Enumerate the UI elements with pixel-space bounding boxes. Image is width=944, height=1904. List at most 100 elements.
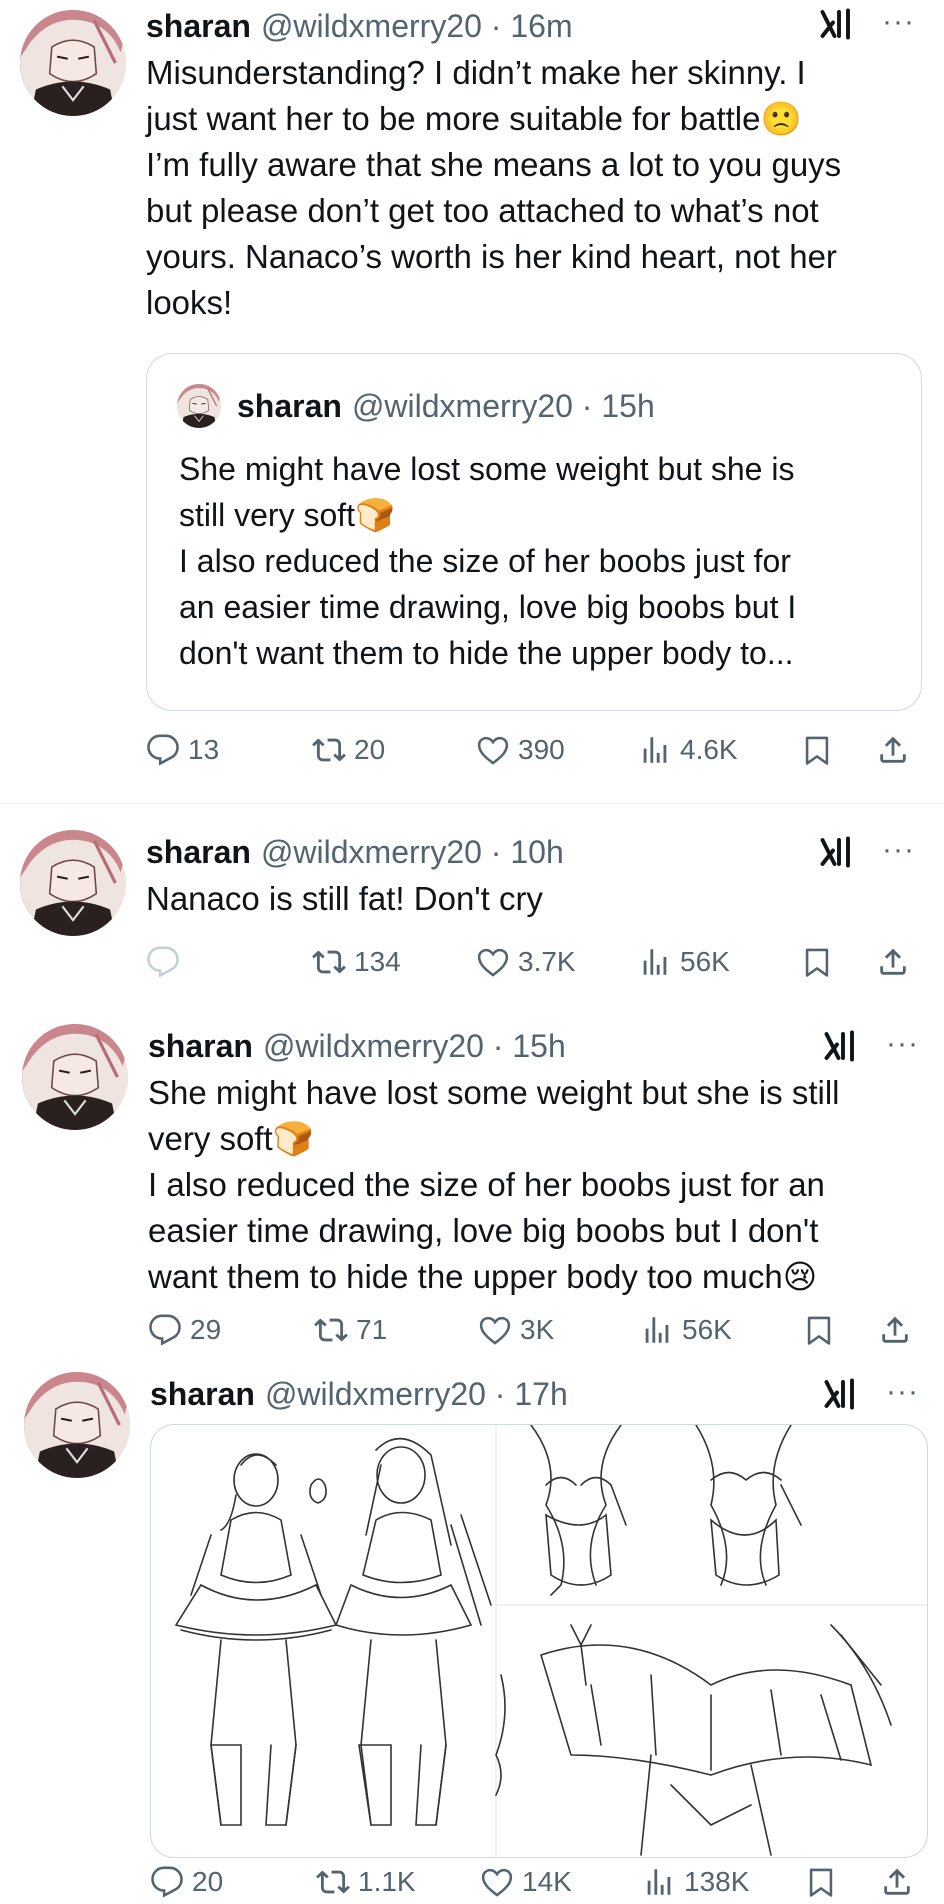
- like-button[interactable]: 3K: [478, 1310, 554, 1350]
- bookmark-button[interactable]: [800, 730, 834, 770]
- like-icon: [476, 733, 510, 767]
- tweet-header: sharan @wildxmerry20 · 16m: [146, 6, 573, 46]
- views-button[interactable]: 4.6K: [638, 730, 738, 770]
- repost-count: 134: [354, 946, 401, 977]
- display-name[interactable]: sharan: [150, 1376, 255, 1413]
- tweet-header: sharan @wildxmerry20 · 10h: [146, 832, 564, 872]
- tweet-actions: 29 71 3K 56K: [148, 1310, 928, 1350]
- repost-button[interactable]: 20: [312, 730, 385, 770]
- repost-icon: [312, 945, 346, 979]
- tweet-actions: 20 1.1K 14K 138K: [150, 1862, 930, 1902]
- share-button[interactable]: [878, 1310, 912, 1350]
- avatar[interactable]: [22, 1024, 128, 1130]
- share-icon: [880, 1865, 914, 1899]
- reply-count: 20: [192, 1866, 224, 1897]
- bookmark-button[interactable]: [800, 942, 834, 982]
- avatar[interactable]: [24, 1372, 130, 1478]
- tweet[interactable]: sharan @wildxmerry20 · 15h ··· She might…: [0, 1010, 944, 1345]
- views-button[interactable]: 56K: [638, 942, 730, 982]
- reply-icon: [150, 1865, 184, 1899]
- views-icon: [638, 945, 672, 979]
- tweet-actions: 134 3.7K 56K: [146, 942, 926, 982]
- more-horizontal-icon[interactable]: ···: [882, 7, 922, 37]
- handle-and-time[interactable]: @wildxmerry20 · 15h: [263, 1028, 566, 1065]
- quoted-header: sharan @wildxmerry20 · 15h: [237, 386, 655, 426]
- view-count: 138K: [684, 1866, 750, 1897]
- views-icon: [642, 1865, 676, 1899]
- like-button[interactable]: 390: [476, 730, 565, 770]
- repost-count: 71: [356, 1314, 388, 1345]
- more-horizontal-icon[interactable]: ···: [886, 1377, 926, 1407]
- reply-icon: [146, 733, 180, 767]
- repost-count: 20: [354, 734, 386, 765]
- divider: [0, 803, 944, 804]
- handle-and-time[interactable]: @wildxmerry20 · 10h: [261, 834, 564, 871]
- reply-count: 29: [190, 1314, 222, 1345]
- reply-button[interactable]: 13: [146, 730, 219, 770]
- share-icon: [878, 1313, 912, 1347]
- like-count: 3.7K: [518, 946, 576, 977]
- more-horizontal-icon[interactable]: ···: [882, 835, 922, 865]
- views-button[interactable]: 56K: [640, 1310, 732, 1350]
- repost-count: 1.1K: [358, 1866, 416, 1897]
- view-count: 56K: [682, 1314, 732, 1345]
- bookmark-icon: [802, 1313, 836, 1347]
- repost-button[interactable]: 1.1K: [316, 1862, 416, 1902]
- repost-icon: [314, 1313, 348, 1347]
- share-button[interactable]: [876, 942, 910, 982]
- repost-button[interactable]: 71: [314, 1310, 387, 1350]
- handle-and-time[interactable]: @wildxmerry20 · 16m: [261, 8, 573, 45]
- reply-icon: [148, 1313, 182, 1347]
- bookmark-button[interactable]: [804, 1862, 838, 1902]
- avatar[interactable]: [20, 830, 126, 936]
- tweet-header: sharan @wildxmerry20 · 15h: [148, 1026, 566, 1066]
- grok-icon[interactable]: [822, 1376, 858, 1412]
- like-icon: [480, 1865, 514, 1899]
- grok-icon[interactable]: [822, 1028, 858, 1064]
- view-count: 4.6K: [680, 734, 738, 765]
- share-icon: [876, 733, 910, 767]
- reply-icon: [146, 945, 180, 979]
- handle-and-time[interactable]: @wildxmerry20 · 17h: [265, 1376, 568, 1413]
- views-icon: [638, 733, 672, 767]
- view-count: 56K: [680, 946, 730, 977]
- bookmark-icon: [800, 733, 834, 767]
- repost-icon: [316, 1865, 350, 1899]
- display-name[interactable]: sharan: [148, 1028, 253, 1065]
- grok-icon[interactable]: [818, 6, 854, 42]
- more-horizontal-icon[interactable]: ···: [886, 1029, 926, 1059]
- tweet[interactable]: sharan @wildxmerry20 · 10h ··· Nanaco is…: [0, 820, 944, 1000]
- tweet-text: She might have lost some weight but she …: [148, 1074, 840, 1295]
- avatar[interactable]: [20, 10, 126, 116]
- like-icon: [478, 1313, 512, 1347]
- sketch-image: [174, 1425, 927, 1857]
- grok-icon[interactable]: [818, 834, 854, 870]
- tweet-actions: 13 20 390 4.6K: [146, 730, 926, 770]
- like-count: 390: [518, 734, 565, 765]
- reply-button[interactable]: [146, 942, 188, 982]
- share-icon: [876, 945, 910, 979]
- repost-button[interactable]: 134: [312, 942, 401, 982]
- views-button[interactable]: 138K: [642, 1862, 749, 1902]
- views-icon: [640, 1313, 674, 1347]
- tweet[interactable]: sharan @wildxmerry20 · 17h ··· 20 1.1K 1…: [0, 1362, 944, 1904]
- display-name[interactable]: sharan: [146, 834, 251, 871]
- reply-button[interactable]: 29: [148, 1310, 221, 1350]
- bookmark-button[interactable]: [802, 1310, 836, 1350]
- quoted-text: She might have lost some weight but she …: [179, 451, 797, 671]
- like-count: 3K: [520, 1314, 555, 1345]
- media-image[interactable]: [150, 1424, 928, 1858]
- tweet-text: Nanaco is still fat! Don't cry: [146, 880, 543, 917]
- like-button[interactable]: 14K: [480, 1862, 572, 1902]
- share-button[interactable]: [876, 730, 910, 770]
- reply-button[interactable]: 20: [150, 1862, 223, 1902]
- quoted-tweet[interactable]: sharan @wildxmerry20 · 15h She might hav…: [146, 353, 922, 711]
- quoted-avatar: [177, 384, 221, 428]
- tweet[interactable]: sharan @wildxmerry20 · 16m ··· Misunders…: [0, 0, 944, 765]
- repost-icon: [312, 733, 346, 767]
- like-button[interactable]: 3.7K: [476, 942, 576, 982]
- bookmark-icon: [800, 945, 834, 979]
- display-name[interactable]: sharan: [146, 8, 251, 45]
- share-button[interactable]: [880, 1862, 914, 1902]
- like-count: 14K: [522, 1866, 572, 1897]
